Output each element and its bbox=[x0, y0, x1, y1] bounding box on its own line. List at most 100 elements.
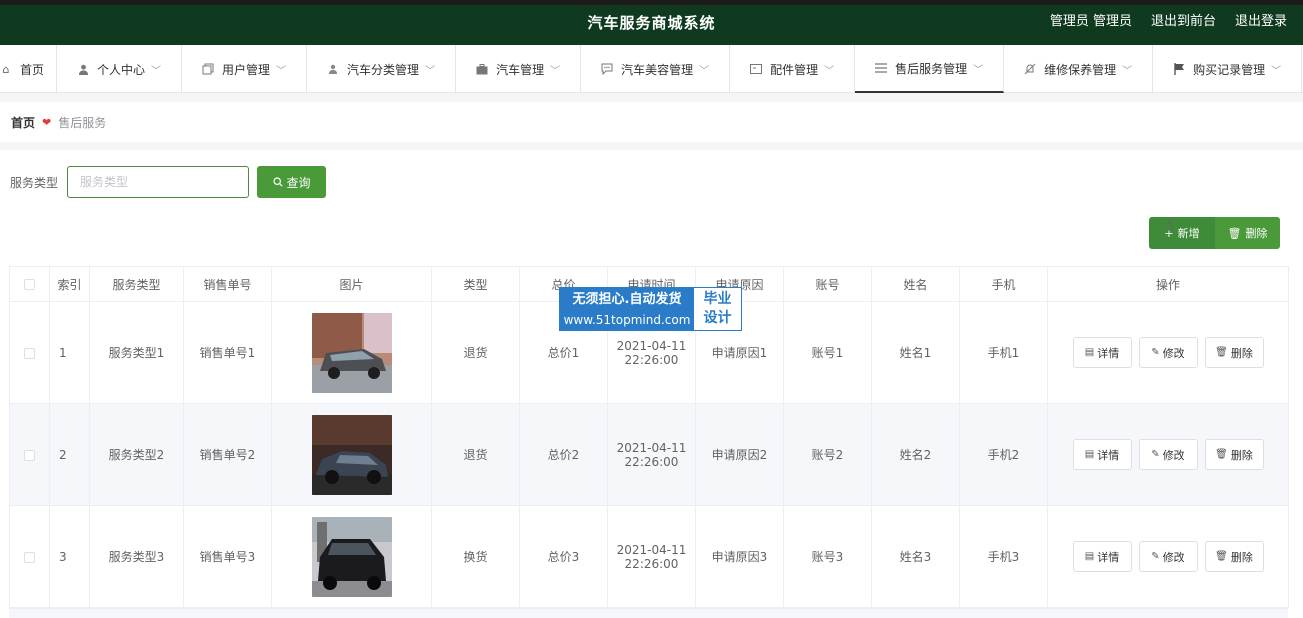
chat-icon bbox=[601, 63, 613, 75]
phone-cell: 手机2 bbox=[959, 403, 1048, 506]
nav-item-home[interactable]: ⌂ 首页 bbox=[0, 45, 58, 93]
chevron-down-icon: ﹀ bbox=[824, 65, 835, 77]
delete-label: 删除 bbox=[1230, 346, 1253, 360]
chevron-down-icon: ﹀ bbox=[699, 65, 710, 77]
nav-label: 用户管理 bbox=[222, 62, 271, 77]
batch-delete-label: 删除 bbox=[1245, 227, 1268, 240]
name-cell: 姓名1 bbox=[871, 301, 960, 404]
trash-icon: 🗑 bbox=[1215, 551, 1228, 562]
breadcrumb-current: 售后服务 bbox=[58, 115, 107, 130]
trash-icon: 🗑 bbox=[1215, 347, 1228, 358]
row-select-cell[interactable] bbox=[9, 403, 50, 506]
chevron-down-icon: ﹀ bbox=[151, 65, 162, 77]
column-header: 销售单号 bbox=[183, 266, 272, 302]
image-cell bbox=[271, 301, 432, 404]
search-icon bbox=[272, 177, 283, 187]
nav-item-car-beauty[interactable]: 汽车美容管理 ﹀ bbox=[581, 45, 731, 93]
back-to-frontend-link[interactable]: 退出到前台 bbox=[1151, 5, 1216, 39]
row-checkbox[interactable] bbox=[24, 551, 35, 563]
search-label: 服务类型 bbox=[10, 175, 59, 190]
document-icon: ▤ bbox=[1084, 347, 1095, 358]
image-cell bbox=[271, 403, 432, 506]
watermark-line2: www.51topmind.com bbox=[563, 313, 691, 327]
account-cell: 账号2 bbox=[783, 403, 872, 506]
delete-label: 删除 bbox=[1230, 448, 1253, 462]
delete-button[interactable]: 🗑 删除 bbox=[1204, 541, 1264, 572]
next-row-partial bbox=[9, 608, 1288, 618]
select-all-header[interactable] bbox=[9, 266, 50, 302]
column-header: 类型 bbox=[431, 266, 520, 302]
name-cell: 姓名3 bbox=[871, 505, 960, 608]
nav-item-maintenance[interactable]: 维修保养管理 ﹀ bbox=[1004, 45, 1154, 93]
apply-date: 2021-04-11 bbox=[616, 338, 687, 353]
operations-cell: ▤ 详情 ✎ 修改 🗑 删除 bbox=[1047, 403, 1289, 506]
breadcrumb-home[interactable]: 首页 bbox=[11, 114, 35, 131]
reason-cell: 申请原因2 bbox=[695, 403, 784, 506]
home-icon: ⌂ bbox=[2, 62, 10, 76]
phone-cell: 手机1 bbox=[959, 301, 1048, 404]
apply-time-cell: 2021-04-11 22:26:00 bbox=[607, 403, 696, 506]
pencil-icon: ✎ bbox=[1151, 449, 1160, 460]
operations-cell: ▤ 详情 ✎ 修改 🗑 删除 bbox=[1047, 301, 1289, 404]
nav-item-parts[interactable]: 配件管理 ﹀ bbox=[730, 45, 856, 93]
copy-icon bbox=[202, 63, 214, 75]
apply-time-cell: 2021-04-11 22:26:00 bbox=[607, 505, 696, 608]
delete-button[interactable]: 🗑 删除 bbox=[1204, 439, 1264, 470]
order-no-cell: 销售单号2 bbox=[183, 403, 272, 506]
nav-label: 汽车美容管理 bbox=[621, 62, 694, 77]
table-row: 3 服务类型3 销售单号3 换货 总价3 2021-04-11 22:26:00… bbox=[9, 505, 1289, 608]
logout-link[interactable]: 退出登录 bbox=[1235, 5, 1287, 39]
type-cell: 退货 bbox=[431, 301, 520, 404]
delete-label: 删除 bbox=[1230, 550, 1253, 564]
watermark-overlay: 无须担心.自动发货 www.51topmind.com 毕业 设计 bbox=[559, 287, 742, 331]
search-button[interactable]: 查询 bbox=[257, 166, 327, 198]
select-all-checkbox[interactable] bbox=[24, 279, 35, 290]
user-icon bbox=[327, 63, 339, 75]
edit-button[interactable]: ✎ 修改 bbox=[1138, 337, 1198, 368]
type-cell: 换货 bbox=[431, 505, 520, 608]
watermark-line1: 无须担心.自动发货 bbox=[572, 292, 682, 307]
nav-item-user-management[interactable]: 用户管理 ﹀ bbox=[182, 45, 308, 93]
nav-item-after-sales[interactable]: 售后服务管理 ﹀ bbox=[855, 45, 1005, 93]
delete-button[interactable]: 🗑 删除 bbox=[1204, 337, 1264, 368]
name-cell: 姓名2 bbox=[871, 403, 960, 506]
document-icon: ▤ bbox=[1084, 551, 1095, 562]
current-user[interactable]: 管理员 管理员 bbox=[1050, 5, 1132, 39]
reason-cell: 申请原因3 bbox=[695, 505, 784, 608]
total-cell: 总价3 bbox=[519, 505, 608, 608]
nav-item-car-management[interactable]: 汽车管理 ﹀ bbox=[456, 45, 582, 93]
chevron-down-icon: ﹀ bbox=[973, 64, 984, 76]
car-photo bbox=[311, 516, 392, 597]
index-cell: 2 bbox=[49, 403, 90, 506]
row-select-cell[interactable] bbox=[9, 505, 50, 608]
search-input[interactable] bbox=[67, 166, 250, 198]
edit-button[interactable]: ✎ 修改 bbox=[1138, 439, 1198, 470]
row-select-cell[interactable] bbox=[9, 301, 50, 404]
chevron-down-icon: ﹀ bbox=[1271, 65, 1282, 77]
add-button[interactable]: + 新增 bbox=[1149, 217, 1215, 249]
detail-button[interactable]: ▤ 详情 bbox=[1072, 337, 1132, 368]
chevron-down-icon: ﹀ bbox=[276, 65, 287, 77]
phone-cell: 手机3 bbox=[959, 505, 1048, 608]
nav-label: 汽车分类管理 bbox=[347, 62, 420, 77]
row-checkbox[interactable] bbox=[24, 347, 35, 359]
main-content: 服务类型 查询 + 新增 🗑 删除 索引 bbox=[0, 150, 1303, 618]
row-checkbox[interactable] bbox=[24, 449, 35, 461]
index-cell: 3 bbox=[49, 505, 90, 608]
column-header: 手机 bbox=[959, 266, 1048, 302]
detail-button[interactable]: ▤ 详情 bbox=[1072, 541, 1132, 572]
car-photo bbox=[311, 312, 392, 393]
watermark-right1: 毕业 bbox=[703, 291, 732, 307]
nav-item-purchase-records[interactable]: 购买记录管理 ﹀ bbox=[1153, 45, 1303, 93]
apply-clock: 22:26:00 bbox=[624, 556, 679, 571]
detail-button[interactable]: ▤ 详情 bbox=[1072, 439, 1132, 470]
batch-delete-button[interactable]: 🗑 删除 bbox=[1215, 217, 1280, 249]
operations-cell: ▤ 详情 ✎ 修改 🗑 删除 bbox=[1047, 505, 1289, 608]
nav-item-car-category[interactable]: 汽车分类管理 ﹀ bbox=[307, 45, 457, 93]
edit-button[interactable]: ✎ 修改 bbox=[1138, 541, 1198, 572]
total-cell: 总价2 bbox=[519, 403, 608, 506]
edit-label: 修改 bbox=[1162, 448, 1185, 462]
nav-item-personal-center[interactable]: 个人中心 ﹀ bbox=[57, 45, 183, 93]
briefcase-icon bbox=[476, 63, 488, 75]
nav-label: 购买记录管理 bbox=[1193, 62, 1266, 77]
